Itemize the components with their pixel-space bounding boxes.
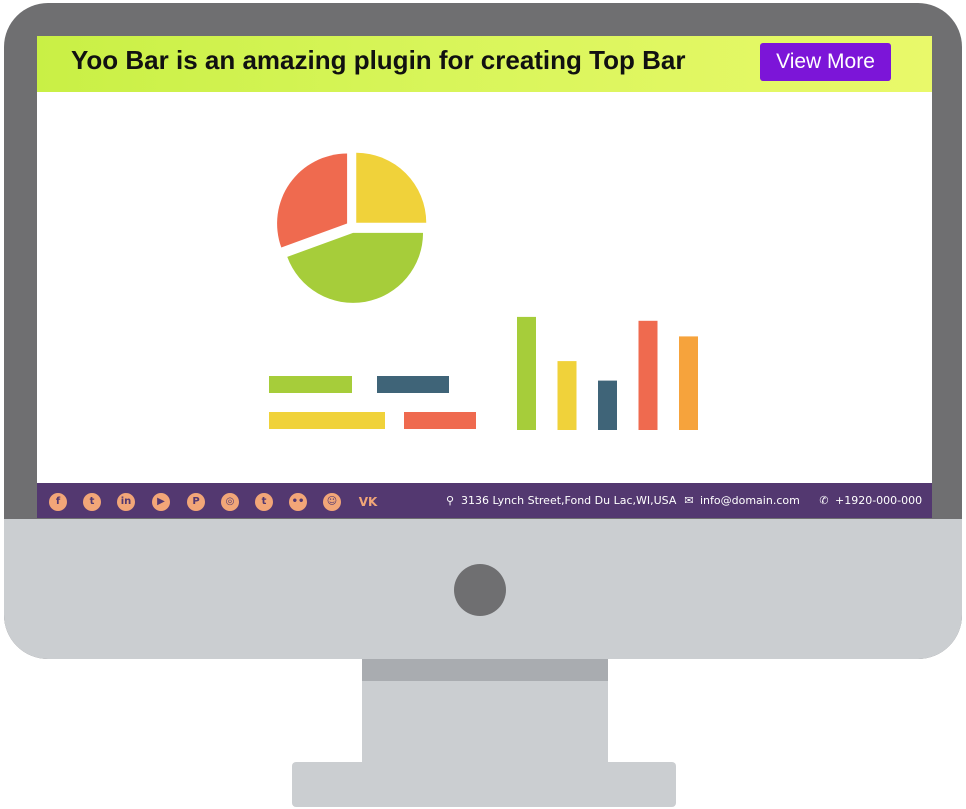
phone-icon: ✆ [819,494,829,507]
pinterest-icon[interactable]: P [187,493,205,511]
pie-slice-yellow [356,152,427,223]
envelope-icon: ✉ [684,494,694,507]
reddit-icon[interactable]: ☺ [323,493,341,511]
email-text: info@domain.com [700,494,800,507]
top-bar-message: Yoo Bar is an amazing plugin for creatin… [71,45,686,75]
top-bar: Yoo Bar is an amazing plugin for creatin… [37,36,932,92]
instagram-icon[interactable]: ◎ [221,493,239,511]
column-bar-5 [679,336,698,430]
pie-chart-icon [277,152,427,303]
address-text: 3136 Lynch Street,Fond Du Lac,WI,USA [461,494,677,507]
linkedin-icon[interactable]: in [117,493,135,511]
flickr-icon[interactable]: •• [289,493,307,511]
monitor-stand-base [292,762,676,807]
column-bar-2 [557,361,577,430]
address: ⚲ 3136 Lynch Street,Fond Du Lac,WI,USA [443,494,676,507]
view-more-button[interactable]: View More [760,43,891,81]
column-bar-4 [638,320,658,430]
legend-bar-1 [269,376,352,393]
column-bar-1 [517,316,536,430]
tumblr-icon[interactable]: t [255,493,273,511]
analytics-illustration [269,152,698,430]
monitor-mockup: Yoo Bar is an amazing plugin for creatin… [0,0,966,809]
youtube-icon[interactable]: ▶ [152,493,170,511]
monitor-screen: Yoo Bar is an amazing plugin for creatin… [37,36,932,518]
pie-slice-red [277,153,348,248]
pie-slice-green [287,232,424,303]
legend-bars [269,376,476,429]
phone[interactable]: ✆ +1920-000-000 [817,494,922,507]
legend-bar-3 [269,412,385,429]
twitter-icon[interactable]: t [83,493,101,511]
bottom-bar: f t in ▶ P ◎ t •• ☺ VK ⚲ 3136 Lynch Street,Fond Du… [37,483,932,518]
phone-text: +1920-000-000 [835,494,923,507]
facebook-icon[interactable]: f [49,493,67,511]
legend-bar-2 [377,376,449,393]
column-bar-3 [598,380,617,430]
legend-bar-4 [404,412,476,429]
email[interactable]: ✉ info@domain.com [682,494,800,507]
monitor-stand-shadow [362,659,608,681]
vk-icon[interactable]: VK [356,493,380,511]
map-pin-icon: ⚲ [445,494,455,507]
column-chart-icon [517,316,698,430]
power-button-icon [454,564,506,616]
